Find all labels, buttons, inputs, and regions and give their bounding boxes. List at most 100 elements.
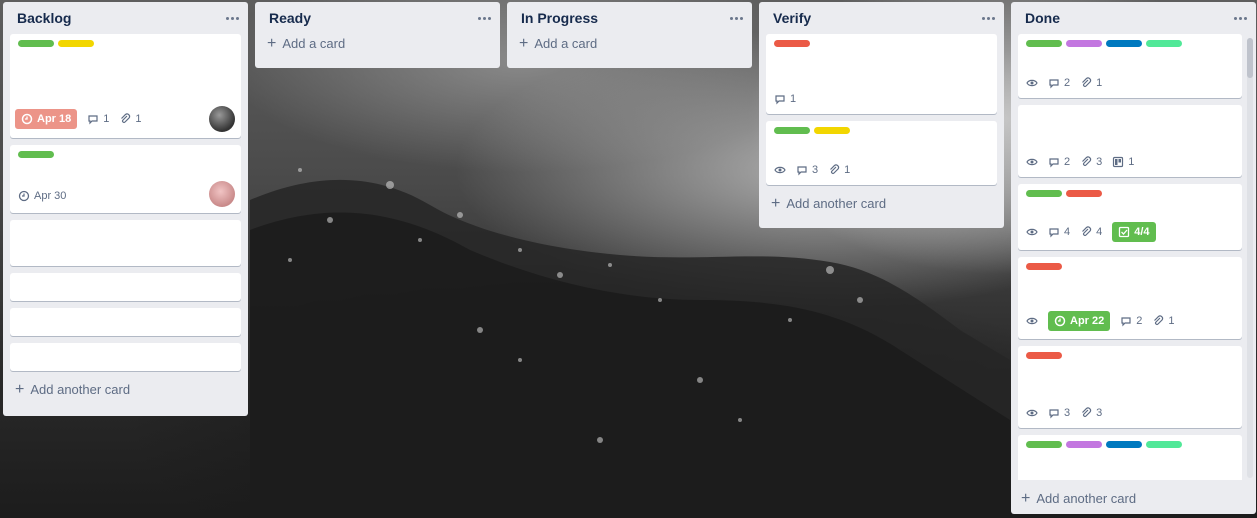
watch-badge: [1026, 156, 1038, 168]
label-mint: [1146, 40, 1182, 47]
paperclip-icon: [1154, 315, 1164, 325]
attachment-count: 1: [1096, 77, 1103, 89]
card[interactable]: 2 3 1: [1018, 105, 1242, 177]
list-header: Done: [1011, 2, 1256, 34]
attachment-count: 1: [1168, 315, 1175, 327]
due-date-badge[interactable]: Apr 18: [15, 109, 78, 129]
attachment-count: 1: [844, 164, 851, 176]
card-labels: [1026, 40, 1234, 48]
plus-icon: +: [15, 380, 25, 398]
plus-icon: +: [267, 34, 277, 52]
card[interactable]: 3 3: [1018, 346, 1242, 428]
list-menu-icon[interactable]: [1234, 14, 1248, 22]
due-date-text: Apr 22: [1070, 315, 1105, 327]
due-date-badge[interactable]: Apr 22: [1048, 311, 1111, 331]
add-card-button[interactable]: + Add a card: [255, 34, 500, 61]
attachments-badge: 3: [1080, 407, 1102, 419]
card[interactable]: 1: [766, 34, 997, 114]
paperclip-icon: [830, 164, 840, 174]
comments-badge: 2: [1048, 77, 1070, 89]
due-date-badge[interactable]: Apr 30: [18, 190, 66, 202]
add-card-label: Add another card: [30, 382, 131, 397]
watch-badge: [1026, 315, 1038, 327]
attachment-count: 1: [135, 113, 142, 125]
due-date-text: Apr 30: [34, 190, 67, 202]
add-card-button[interactable]: + Add another card: [759, 192, 1004, 221]
card[interactable]: [10, 220, 241, 266]
comments-badge: 2: [1120, 315, 1142, 327]
card-labels: [1026, 441, 1234, 449]
list-backlog: Backlog Apr 18 1 1 Apr 30 + Add another …: [3, 2, 248, 416]
card[interactable]: 3 1: [766, 121, 997, 185]
card[interactable]: [10, 343, 241, 371]
attachments-badge: 1: [119, 113, 142, 125]
list-header: Backlog: [3, 2, 248, 34]
label-purple: [1066, 441, 1102, 448]
clock-icon: [21, 113, 33, 125]
comment-icon: [1049, 79, 1059, 89]
checklist-badge: 4/4: [1112, 222, 1156, 242]
add-card-button[interactable]: + Add a card: [507, 34, 752, 61]
plus-icon: +: [771, 194, 781, 212]
label-green: [1026, 190, 1062, 197]
card[interactable]: 2 1: [1018, 34, 1242, 98]
list-menu-icon[interactable]: [226, 14, 240, 22]
comment-count: 1: [790, 93, 797, 105]
card[interactable]: Apr 18 1 1: [10, 34, 241, 138]
clock-icon: [1054, 315, 1066, 327]
add-card-label: Add another card: [1036, 491, 1137, 506]
add-card-button[interactable]: + Add another card: [3, 378, 248, 407]
list-title: Done: [1025, 10, 1060, 26]
comment-count: 2: [1136, 315, 1143, 327]
list-in-progress: In Progress + Add a card: [507, 2, 752, 68]
list-verify: Verify 1 3 1 + Add another card: [759, 2, 1004, 228]
watch-badge: [1026, 226, 1038, 238]
checklist-count: 4/4: [1134, 226, 1150, 238]
eye-icon: [1026, 409, 1038, 417]
list-menu-icon[interactable]: [730, 14, 744, 22]
avatar[interactable]: [209, 181, 235, 207]
card[interactable]: [10, 308, 241, 336]
plus-icon: +: [519, 34, 529, 52]
list-title: In Progress: [521, 10, 599, 26]
label-green: [1026, 40, 1062, 47]
list-menu-icon[interactable]: [478, 14, 492, 22]
comment-count: 3: [812, 164, 819, 176]
add-card-button[interactable]: + Add another card: [1011, 485, 1146, 514]
attachments-badge: 1: [1080, 77, 1102, 89]
label-purple: [1066, 40, 1102, 47]
list-menu-icon[interactable]: [982, 14, 996, 22]
comments-badge: 1: [774, 93, 796, 105]
paperclip-icon: [121, 113, 131, 123]
scrollbar-track[interactable]: [1247, 38, 1253, 478]
comment-count: 4: [1064, 226, 1071, 238]
comment-icon: [1049, 409, 1059, 419]
card[interactable]: [1018, 435, 1242, 480]
list-header: Ready: [255, 2, 500, 34]
comment-icon: [1121, 317, 1131, 327]
card-labels: [1026, 190, 1234, 198]
scrollbar-thumb[interactable]: [1247, 38, 1253, 78]
label-green: [774, 127, 810, 134]
attachments-badge: 3: [1080, 156, 1102, 168]
watch-badge: [1026, 407, 1038, 419]
card[interactable]: 4 4 4/4: [1018, 184, 1242, 250]
trello-board-icon: [1113, 156, 1124, 168]
label-red: [1066, 190, 1102, 197]
avatar[interactable]: [209, 106, 235, 132]
trello-count: 1: [1128, 156, 1135, 168]
comments-badge: 4: [1048, 226, 1070, 238]
comment-count: 3: [1064, 407, 1071, 419]
attachment-count: 4: [1096, 226, 1103, 238]
label-mint: [1146, 441, 1182, 448]
card-labels: [18, 151, 233, 159]
card[interactable]: [10, 273, 241, 301]
list-title: Backlog: [17, 10, 72, 26]
add-card-label: Add a card: [282, 36, 346, 51]
card[interactable]: Apr 30: [10, 145, 241, 213]
attachments-badge: 1: [1152, 315, 1175, 327]
card[interactable]: Apr 22 2 1: [1018, 257, 1242, 339]
label-yellow: [58, 40, 94, 47]
label-blue: [1106, 40, 1142, 47]
label-yellow: [814, 127, 850, 134]
